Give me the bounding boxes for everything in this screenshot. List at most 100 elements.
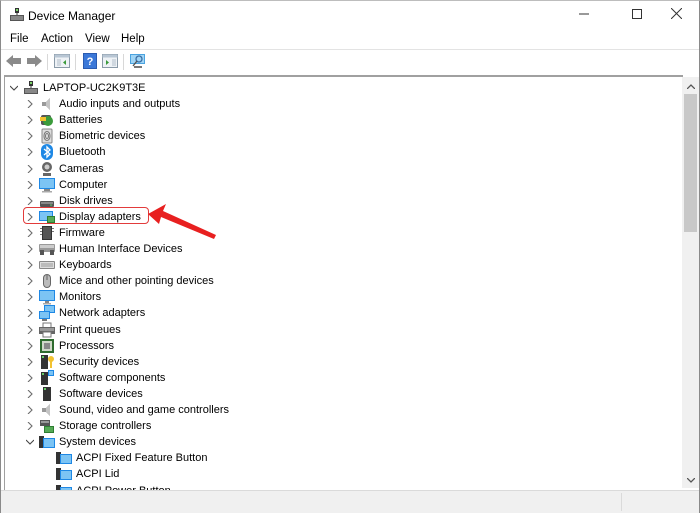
scroll-down-button[interactable] <box>682 471 699 488</box>
tree-category-item[interactable]: Audio inputs and outputs <box>25 96 180 112</box>
tree-category-item[interactable]: Storage controllers <box>25 418 151 434</box>
vertical-scrollbar[interactable] <box>682 77 699 488</box>
scrollbar-thumb[interactable] <box>684 94 697 232</box>
tree-device-item[interactable]: ACPI Fixed Feature Button <box>42 450 207 466</box>
tree-item-label: Firmware <box>59 227 105 239</box>
chevron-right-icon[interactable] <box>25 161 35 177</box>
tree-item-label: Storage controllers <box>59 420 152 432</box>
chevron-right-icon[interactable] <box>25 386 35 402</box>
menu-help[interactable]: Help <box>121 33 145 45</box>
software-device-icon <box>39 386 55 402</box>
system-devices-icon <box>39 434 55 450</box>
close-button[interactable] <box>653 1 699 29</box>
system-device-icon <box>56 466 72 482</box>
storage-controller-icon <box>39 418 55 434</box>
tree-category-item[interactable]: Bluetooth <box>25 144 105 160</box>
device-tree[interactable]: LAPTOP-UC2K9T3E Audio inputs and outputs B… <box>4 75 683 490</box>
arrow-left-icon <box>6 54 22 71</box>
chevron-right-icon[interactable] <box>25 128 35 144</box>
chevron-right-icon[interactable] <box>25 273 35 289</box>
tree-category-item[interactable]: Computer <box>25 177 107 193</box>
chevron-right-icon[interactable] <box>25 322 35 338</box>
menu-bar: File Action View Help <box>1 30 699 49</box>
chevron-right-icon[interactable] <box>25 289 35 305</box>
title-bar[interactable]: Device Manager <box>1 1 699 29</box>
tree-category-item[interactable]: Cameras <box>25 161 104 177</box>
tree-category-item[interactable]: System devices <box>25 434 136 450</box>
tree-item-label: Monitors <box>59 291 102 303</box>
tree-category-item[interactable]: Software devices <box>25 386 143 402</box>
software-component-icon <box>39 370 55 386</box>
action-pane-icon <box>102 53 118 71</box>
tree-item-label: Batteries <box>59 114 103 126</box>
chevron-down-icon[interactable] <box>25 434 35 450</box>
tree-device-item[interactable]: ACPI Lid <box>42 466 119 482</box>
show-hide-action-pane-button[interactable] <box>101 53 119 71</box>
device-manager-window: Device Manager File Action View Help ? L… <box>0 0 700 513</box>
chevron-right-icon[interactable] <box>25 241 35 257</box>
tree-category-item[interactable]: Firmware <box>25 225 105 241</box>
battery-icon <box>39 112 55 128</box>
chevron-right-icon[interactable] <box>25 177 35 193</box>
help-button[interactable]: ? <box>81 52 99 71</box>
network-adapter-icon <box>39 305 55 321</box>
chevron-right-icon[interactable] <box>25 112 35 128</box>
toolbar: ? <box>1 49 699 74</box>
chevron-right-icon[interactable] <box>25 418 35 434</box>
tree-item-label: Computer <box>59 179 108 191</box>
tree-category-item[interactable]: Processors <box>25 338 114 354</box>
firmware-icon <box>39 225 55 241</box>
tree-category-item[interactable]: Software components <box>25 370 165 386</box>
tree-category-item[interactable]: Batteries <box>25 112 102 128</box>
tree-category-item[interactable]: Human Interface Devices <box>25 241 183 257</box>
menu-action[interactable]: Action <box>41 33 73 45</box>
tree-root-item[interactable]: LAPTOP-UC2K9T3E <box>9 80 146 96</box>
speaker-icon <box>39 96 55 112</box>
scroll-up-button[interactable] <box>682 77 699 94</box>
tree-item-label: Software devices <box>59 388 143 400</box>
chevron-right-icon[interactable] <box>25 370 35 386</box>
tree-item-label: Biometric devices <box>59 130 146 142</box>
tree-category-item[interactable]: Keyboards <box>25 257 112 273</box>
camera-icon <box>39 161 55 177</box>
back-button[interactable] <box>5 53 23 71</box>
close-icon <box>670 7 682 22</box>
chevron-right-icon[interactable] <box>25 96 35 112</box>
hid-icon <box>39 241 55 257</box>
chevron-right-icon[interactable] <box>25 144 35 160</box>
svg-text:?: ? <box>87 56 94 68</box>
tree-category-item[interactable]: Network adapters <box>25 305 145 321</box>
show-hide-console-tree-button[interactable] <box>53 53 71 71</box>
chevron-right-icon[interactable] <box>25 225 35 241</box>
tree-item-label: Mice and other pointing devices <box>59 275 214 287</box>
tree-item-label: Keyboards <box>59 259 112 271</box>
tree-category-item[interactable]: Biometric devices <box>25 128 145 144</box>
menu-file[interactable]: File <box>10 33 29 45</box>
tree-category-item[interactable]: Print queues <box>25 322 121 338</box>
tree-item-label: Software components <box>59 372 166 384</box>
chevron-down-icon[interactable] <box>9 80 19 96</box>
menu-view[interactable]: View <box>85 33 110 45</box>
mouse-icon <box>39 273 55 289</box>
forward-button[interactable] <box>25 53 43 71</box>
scan-hardware-changes-button[interactable] <box>129 53 147 71</box>
minimize-button[interactable] <box>561 1 607 29</box>
chevron-right-icon[interactable] <box>25 257 35 273</box>
chevron-right-icon[interactable] <box>25 305 35 321</box>
chevron-right-icon[interactable] <box>25 402 35 418</box>
chevron-right-icon[interactable] <box>25 354 35 370</box>
tree-category-item[interactable]: Monitors <box>25 289 101 305</box>
chevron-right-icon[interactable] <box>25 338 35 354</box>
tree-category-item[interactable]: Sound, video and game controllers <box>25 402 229 418</box>
tree-item-label: ACPI Fixed Feature Button <box>76 452 208 464</box>
window-title: Device Manager <box>28 9 116 23</box>
processor-icon <box>39 338 55 354</box>
tree-item-label: Sound, video and game controllers <box>59 404 229 416</box>
tree-item-label: Security devices <box>59 356 140 368</box>
tree-item-label: Print queues <box>59 324 121 336</box>
tree-category-item[interactable]: Security devices <box>25 354 139 370</box>
tree-category-item[interactable]: Mice and other pointing devices <box>25 273 214 289</box>
tree-device-item[interactable]: ACPI Power Button <box>42 483 171 490</box>
